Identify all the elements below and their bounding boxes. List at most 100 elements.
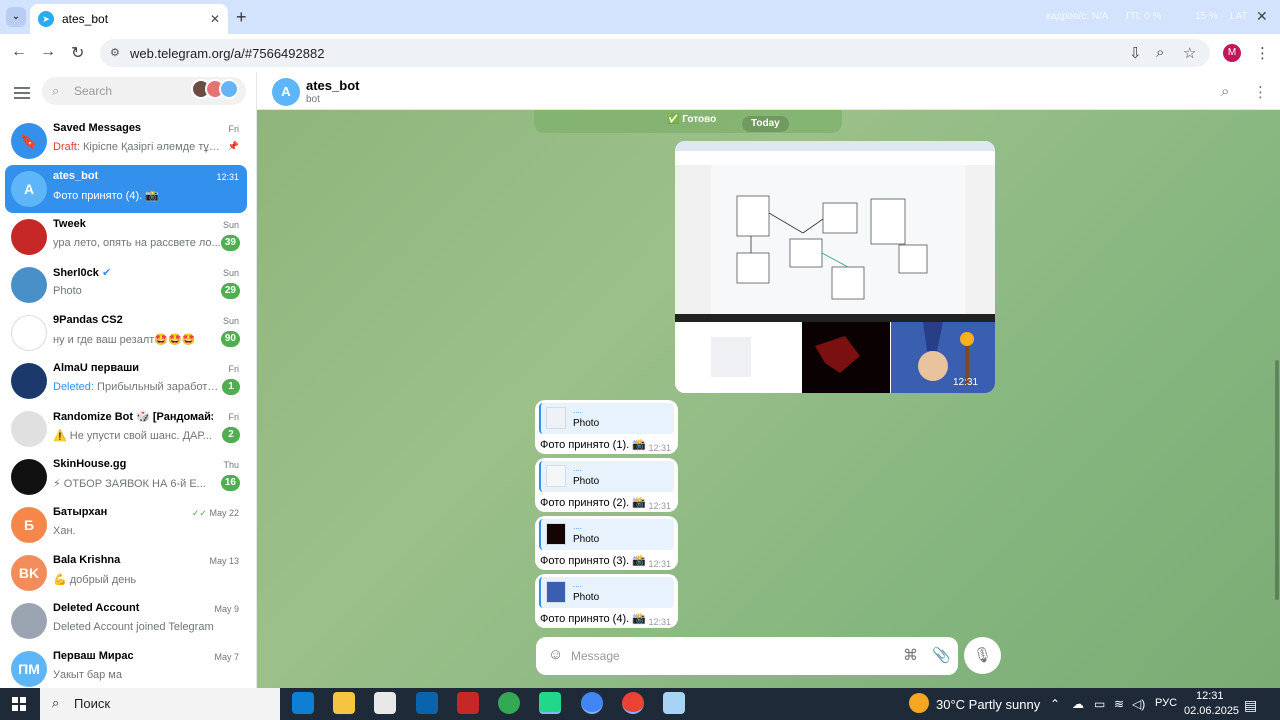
new-tab-button[interactable]: + (236, 7, 247, 28)
clock-time[interactable]: 12:31 (1196, 690, 1224, 702)
chat-avatar[interactable] (11, 315, 47, 351)
chat-list-item[interactable]: Sherl0ck ✔ Sun Photo 29 (5, 261, 247, 309)
reply-preview[interactable]: .... Photo (539, 577, 674, 608)
chat-avatar[interactable]: ПМ (11, 651, 47, 687)
reply-thumbnail (546, 581, 566, 603)
chat-avatar[interactable] (11, 363, 47, 399)
chat-scrollbar[interactable] (1275, 360, 1279, 600)
main-menu-icon[interactable] (14, 84, 30, 102)
reload-button[interactable]: ↻ (71, 43, 84, 63)
install-app-icon[interactable]: ⇩ (1129, 44, 1142, 62)
more-menu-icon[interactable]: ⋮ (1253, 83, 1268, 101)
chrome-window-icon[interactable] (622, 692, 644, 714)
zoom-icon[interactable]: ⌕ (1156, 44, 1164, 61)
command-icon[interactable]: ⌘ (903, 646, 918, 664)
unread-badge: 16 (220, 475, 240, 491)
chat-avatar[interactable] (11, 411, 47, 447)
chat-avatar[interactable] (11, 603, 47, 639)
chat-title[interactable]: ates_bot (306, 78, 359, 93)
close-icon[interactable]: ✕ (210, 12, 220, 26)
chat-list-item[interactable]: Randomize Bot 🎲 [Рандомайзер] Fri ⚠️ Не уп… (5, 405, 247, 453)
battery-icon[interactable]: ▭ (1094, 697, 1105, 711)
profile-avatar[interactable]: M (1223, 44, 1241, 62)
language-indicator[interactable]: РУС (1155, 697, 1177, 709)
message-bubble[interactable]: .... Photo Фото принято (3). 📸 12:31 (535, 516, 678, 570)
forward-button[interactable]: → (40, 43, 56, 61)
message-input[interactable]: Message (571, 649, 620, 663)
message-composer[interactable]: ☺ Message ⌘ 📎 (536, 637, 958, 675)
chrome-profile-icon[interactable] (581, 692, 603, 714)
site-info-icon[interactable]: ⚙ (110, 46, 120, 59)
chat-list-item[interactable]: Aates_bot 12:31 Фото принято (4). 📸 (5, 165, 247, 213)
chat-date: ✓✓ May 22 (192, 508, 239, 519)
wifi-icon[interactable]: ≋ (1114, 697, 1124, 711)
tab-search-button[interactable]: ⌄ (6, 7, 26, 27)
weather-text[interactable]: 30°C Partly sunny (936, 697, 1040, 712)
browser-tab[interactable]: ➤ ates_bot ✕ (30, 4, 228, 34)
chat-list-item[interactable]: Tweek Sun ура лето, опять на рассвете ло..… (5, 213, 247, 261)
story-avatar[interactable] (219, 79, 239, 99)
chat-list-item[interactable]: 9Pandas CS2 Sun ну и где ваш резалт🤩🤩🤩 90 (5, 309, 247, 357)
chat-list-item[interactable]: Б Батырхан ✓✓ May 22 Хан. (5, 501, 247, 549)
weather-icon[interactable] (909, 693, 929, 713)
file-explorer-icon[interactable] (333, 692, 355, 714)
chat-name-text: Перваш Мирас (53, 650, 134, 662)
chat-name-text: SkinHouse.gg (53, 458, 127, 470)
volume-icon[interactable]: ◁) (1132, 697, 1145, 711)
reply-sender: .... (573, 580, 582, 589)
chat-date: Fri (229, 124, 240, 134)
outlook-icon[interactable] (416, 692, 438, 714)
chat-name: Saved Messages (53, 122, 213, 134)
notifications-icon[interactable]: ▤ (1244, 697, 1257, 714)
reply-preview[interactable]: .... Photo (539, 403, 674, 434)
message-bubble[interactable]: .... Photo Фото принято (4). 📸 12:31 (535, 574, 678, 628)
search-icon[interactable]: ⌕ (1221, 83, 1229, 100)
chat-avatar[interactable]: 🔖 (11, 123, 47, 159)
chat-avatar[interactable]: Б (11, 507, 47, 543)
chat-header[interactable]: A ates_bot bot ⌕ ⋮ (257, 72, 1280, 110)
onedrive-icon[interactable]: ☁ (1072, 697, 1084, 711)
window-close-icon[interactable]: ✕ (1256, 8, 1268, 25)
attach-icon[interactable]: 📎 (932, 646, 951, 664)
chat-list-item[interactable]: 🔖 Saved Messages Fri Draft: Кіріспе Қазіргі… (5, 117, 247, 165)
chrome-icon[interactable] (498, 692, 520, 714)
avatar-initials: ПМ (18, 661, 40, 677)
reply-preview[interactable]: .... Photo (539, 461, 674, 492)
store-icon[interactable] (374, 692, 396, 714)
microphone-button[interactable]: 🎙 (964, 637, 1001, 674)
message-bubble[interactable]: .... Photo Фото принято (2). 📸 12:31 (535, 458, 678, 512)
tray-overflow-icon[interactable]: ⌃ (1050, 697, 1060, 711)
unread-badge: 29 (220, 283, 240, 299)
chat-avatar[interactable] (11, 219, 47, 255)
message-bubble[interactable]: .... Photo Фото принято (1). 📸 12:31 (535, 400, 678, 454)
notepad-icon[interactable] (663, 692, 685, 714)
chat-avatar[interactable]: BK (11, 555, 47, 591)
photo-album-message[interactable]: 12:31 (675, 141, 995, 393)
reply-preview[interactable]: .... Photo (539, 519, 674, 550)
reply-thumbnail (546, 465, 566, 487)
clock-date[interactable]: 02.06.2025 (1184, 705, 1239, 717)
chat-list-item[interactable]: SkinHouse.gg Thu ⚡ ОТБОР ЗАЯВОК НА 6-й Е..… (5, 453, 247, 501)
pycharm-icon[interactable] (539, 692, 561, 714)
winrar-icon[interactable] (457, 692, 479, 714)
reply-label: Photo (573, 476, 600, 487)
emoji-icon[interactable]: ☺ (548, 646, 563, 663)
back-button[interactable]: ← (11, 43, 27, 61)
chat-avatar[interactable] (11, 267, 47, 303)
chat-avatar[interactable]: A (11, 171, 47, 207)
chat-name-text: Deleted Account (53, 602, 140, 614)
stories-avatars[interactable] (191, 79, 239, 99)
chat-avatar[interactable] (11, 459, 47, 495)
bookmark-star-icon[interactable]: ☆ (1183, 44, 1196, 62)
browser-menu-icon[interactable]: ⋮ (1255, 44, 1270, 62)
chat-list-item[interactable]: Deleted Account May 9 Deleted Account join… (5, 597, 247, 645)
chat-avatar[interactable]: A (272, 78, 300, 106)
taskbar-search[interactable]: ⌕ Поиск (40, 688, 280, 720)
chat-list-item[interactable]: ПМ Перваш Мирас May 7 Уакыт бар ма (5, 645, 247, 693)
edge-app-icon[interactable] (292, 692, 314, 714)
album-photos[interactable] (675, 141, 995, 393)
chat-list-item[interactable]: AlmaU перваши Fri Deleted: Прибыльный зара… (5, 357, 247, 405)
url-text[interactable]: web.telegram.org/a/#7566492882 (130, 46, 324, 61)
start-button[interactable] (12, 697, 26, 711)
chat-list-item[interactable]: BK Bala Krishna May 13 💪 добрый день (5, 549, 247, 597)
